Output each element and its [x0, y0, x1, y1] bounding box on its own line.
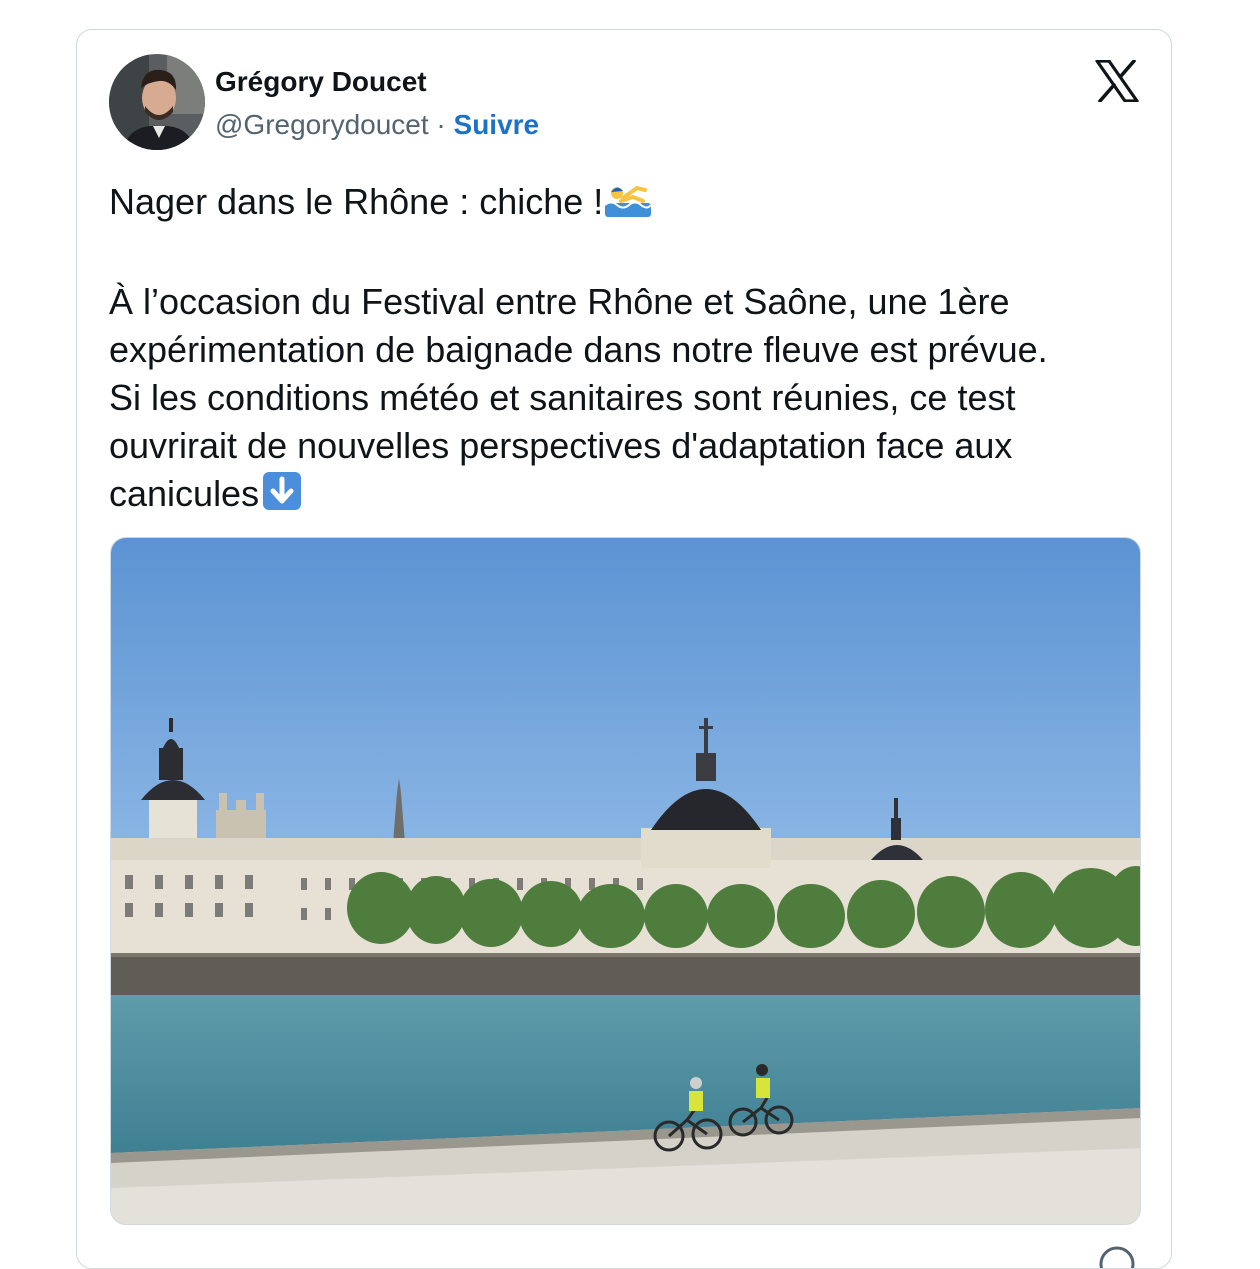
- down-arrow-emoji-icon: [259, 470, 309, 522]
- info-icon[interactable]: [1097, 1244, 1137, 1268]
- x-logo-icon[interactable]: [1095, 59, 1139, 103]
- author-meta: @Gregorydoucet · Suivre: [215, 109, 539, 141]
- author-avatar[interactable]: [109, 54, 205, 150]
- basilica-silhouette: [216, 793, 266, 840]
- swimmer-emoji-icon: [603, 178, 653, 230]
- tweet-line-1: À l’occasion du Festival entre Rhône et …: [109, 281, 1010, 322]
- tweet-card: Grégory Doucet @Gregorydoucet · Suivre N…: [76, 29, 1172, 1269]
- follow-button[interactable]: Suivre: [454, 109, 540, 140]
- tweet-line-4: ouvrirait de nouvelles perspectives d'ad…: [109, 425, 1013, 466]
- tweet-line-3: Si les conditions météo et sanitaires so…: [109, 377, 1016, 418]
- tweet-media-photo[interactable]: [110, 537, 1141, 1225]
- riverside-buildings-photo: [111, 538, 1140, 1224]
- author-name[interactable]: Grégory Doucet: [215, 66, 427, 98]
- last-line-text: canicules: [109, 473, 260, 514]
- tweet-line-2: expérimentation de baignade dans notre f…: [109, 329, 1048, 370]
- avatar-photo: [109, 54, 205, 150]
- author-handle[interactable]: @Gregorydoucet: [215, 109, 429, 140]
- tweet-line-headline: Nager dans le Rhône : chiche !: [109, 178, 1153, 230]
- meta-separator: ·: [428, 109, 454, 140]
- tweet-text: Nager dans le Rhône : chiche ! À l’occas…: [109, 178, 1153, 522]
- tweet-line-5: canicules: [109, 470, 1153, 522]
- headline-text: Nager dans le Rhône : chiche !: [109, 181, 604, 222]
